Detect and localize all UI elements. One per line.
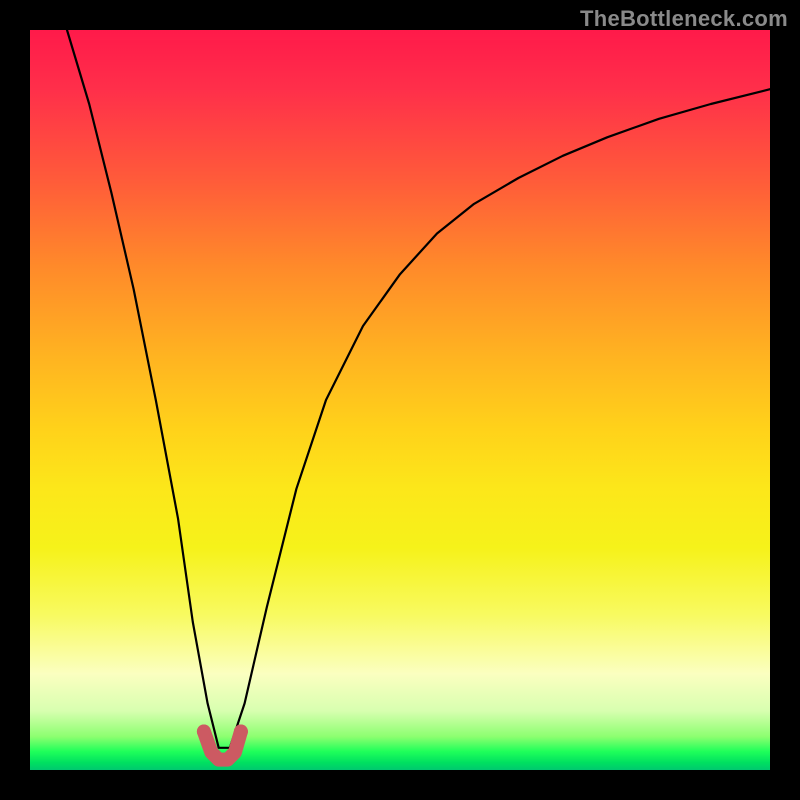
main-curve bbox=[67, 30, 770, 748]
chart-svg bbox=[30, 30, 770, 770]
chart-frame: TheBottleneck.com bbox=[0, 0, 800, 800]
stub-endpoint-right bbox=[234, 725, 248, 739]
stub-endpoint-left bbox=[197, 725, 211, 739]
plot-area bbox=[30, 30, 770, 770]
watermark-text: TheBottleneck.com bbox=[580, 6, 788, 32]
